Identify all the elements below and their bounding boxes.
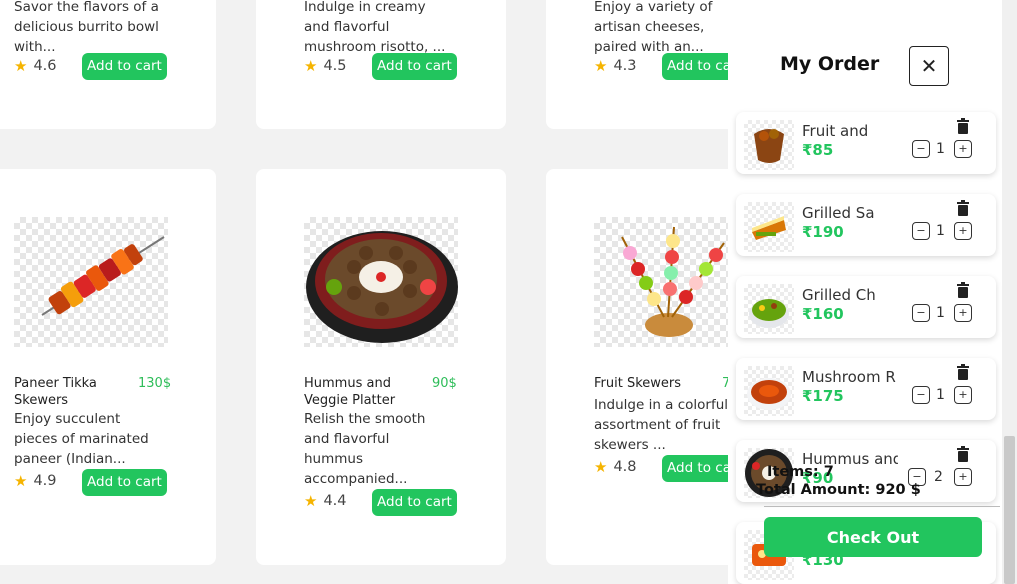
add-to-cart-button[interactable]: Add to cart (82, 53, 167, 80)
item-rating: ★ 4.3 (594, 57, 637, 75)
item-description: Enjoy a variety of artisan cheeses, pair… (594, 0, 713, 55)
order-item: Grilled Sa ₹190 − 1 + (736, 194, 996, 256)
order-item-price: ₹190 (802, 223, 844, 241)
star-icon: ★ (304, 492, 318, 510)
order-item-price: ₹175 (802, 387, 844, 405)
order-item-name: Mushroom R (802, 368, 896, 386)
increase-qty-button[interactable]: + (954, 304, 972, 322)
decrease-qty-button[interactable]: − (912, 140, 930, 158)
item-description: Savor the flavors of a delicious burrito… (14, 0, 159, 55)
add-to-cart-button[interactable]: Add to cart (82, 469, 167, 496)
order-item-qty: 1 (936, 387, 945, 403)
item-rating: ★ 4.4 (304, 492, 347, 510)
increase-qty-button[interactable]: + (954, 386, 972, 404)
trash-icon[interactable] (956, 282, 970, 298)
item-description: Enjoy succulent pieces of marinated pane… (14, 411, 149, 467)
item-description: Relish the smooth and flavorful hummus a… (304, 411, 426, 487)
star-icon: ★ (14, 57, 28, 75)
order-item: Grilled Ch ₹160 − 1 + (736, 276, 996, 338)
order-item-image (744, 366, 794, 416)
item-description: Indulge in a colorful assortment of frui… (594, 397, 729, 453)
add-to-cart-button[interactable]: Add to cart (372, 489, 457, 516)
trash-icon[interactable] (956, 200, 970, 216)
decrease-qty-button[interactable]: − (912, 222, 930, 240)
menu-card-paneer-tikka: Paneer Tikka Skewers 130$ Enjoy succulen… (0, 169, 216, 565)
paneer-tikka-image (14, 217, 168, 347)
checkout-button[interactable]: Check Out (764, 517, 982, 557)
hummus-platter-image (304, 217, 458, 347)
close-icon[interactable]: ✕ (909, 46, 949, 86)
star-icon: ★ (304, 57, 318, 75)
item-name: Hummus and Veggie Platter (304, 376, 396, 408)
star-icon: ★ (14, 472, 28, 490)
decrease-qty-button[interactable]: − (912, 304, 930, 322)
item-price: 130$ (138, 376, 172, 391)
trash-icon[interactable] (956, 364, 970, 380)
order-item-qty: 2 (934, 469, 943, 485)
star-icon: ★ (594, 458, 608, 476)
menu-card-risotto: Indulge in creamy and flavorful mushroom… (256, 0, 506, 129)
order-item-qty: 1 (936, 223, 945, 239)
order-item-name: Grilled Sa (802, 204, 875, 222)
star-icon: ★ (594, 57, 608, 75)
increase-qty-button[interactable]: + (954, 140, 972, 158)
order-item: Mushroom R ₹175 − 1 + (736, 358, 996, 420)
decrease-qty-button[interactable]: − (912, 386, 930, 404)
fruit-skewers-image (594, 217, 748, 347)
order-item-qty: 1 (936, 305, 945, 321)
order-item: Fruit and ₹85 − 1 + (736, 112, 996, 174)
item-description: Indulge in creamy and flavorful mushroom… (304, 0, 446, 55)
order-item-name: Grilled Ch (802, 286, 876, 304)
increase-qty-button[interactable]: + (954, 468, 972, 486)
order-item-image (744, 120, 794, 170)
order-item-price: ₹160 (802, 305, 844, 323)
item-name: Paneer Tikka Skewers (14, 376, 97, 408)
trash-icon[interactable] (956, 446, 970, 462)
total-amount: Total Amount: 920 $ (756, 482, 921, 498)
item-name: Fruit Skewers (594, 376, 682, 391)
order-title: My Order (780, 53, 880, 75)
scrollbar-thumb[interactable] (1004, 436, 1015, 584)
increase-qty-button[interactable]: + (954, 222, 972, 240)
order-item-name: Fruit and (802, 122, 869, 140)
order-item-price: ₹85 (802, 141, 834, 159)
menu-card-hummus-platter: Hummus and Veggie Platter 90$ Relish the… (256, 169, 506, 565)
item-rating: ★ 4.6 (14, 57, 57, 75)
trash-icon[interactable] (956, 118, 970, 134)
menu-card-burrito: Savor the flavors of a delicious burrito… (0, 0, 216, 129)
order-item-image (744, 284, 794, 334)
item-price: 90$ (432, 376, 457, 391)
item-rating: ★ 4.5 (304, 57, 347, 75)
order-item-image (744, 202, 794, 252)
summary-divider (764, 506, 1000, 507)
total-items: Items: 7 (767, 464, 834, 480)
item-rating: ★ 4.9 (14, 472, 57, 490)
order-item-qty: 1 (936, 141, 945, 157)
add-to-cart-button[interactable]: Add to cart (372, 53, 457, 80)
item-rating: ★ 4.8 (594, 458, 637, 476)
